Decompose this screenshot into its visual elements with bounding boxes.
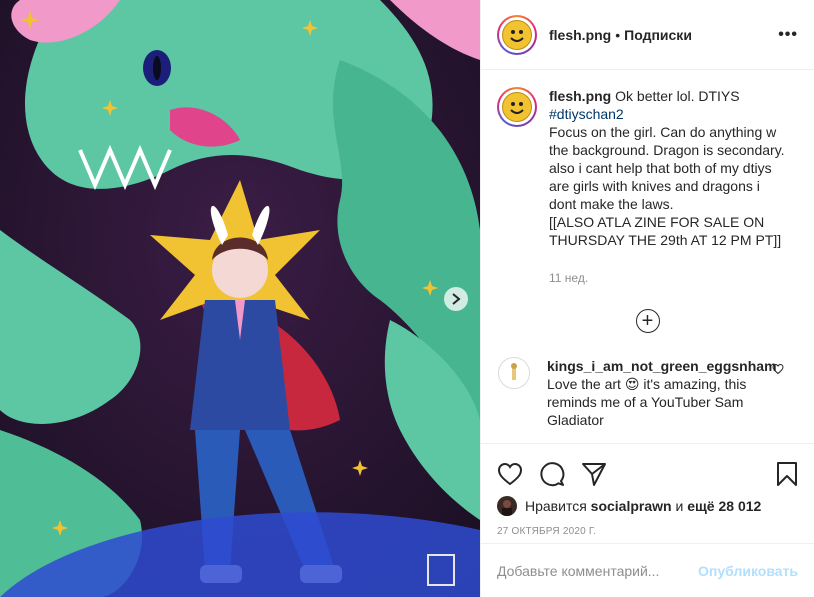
author-avatar[interactable] [497,14,537,55]
comment-item: kings_i_am_not_green_eggsnham Love the a… [497,357,798,429]
heart-icon[interactable] [497,462,523,486]
comment-icon[interactable] [539,461,565,487]
caption-line: [[ALSO ATLA ZINE FOR SALE ON THURSDAY TH… [549,214,782,248]
caption-line: Focus on the girl. Can do anything w the… [549,124,785,212]
post-actions: Нравится socialprawn и ещё 28 012 27 окт… [481,443,814,597]
caption-time[interactable]: 11 нед. [549,269,789,287]
post-header: flesh.png • Подписки ••• [481,0,814,70]
likes-prefix: Нравится [525,498,587,514]
comment-username[interactable]: kings_i_am_not_green_eggsnham [547,358,777,374]
like-comment-heart-icon[interactable] [772,362,784,378]
liker-username[interactable]: socialprawn [591,498,672,514]
comment-input[interactable] [497,562,699,579]
more-options-icon[interactable]: ••• [778,26,798,44]
author-username[interactable]: flesh.png [549,27,611,43]
figurine-icon [511,363,517,380]
comment-body: kings_i_am_not_green_eggsnham Love the a… [547,357,777,429]
post-details-panel: flesh.png • Подписки ••• flesh.png Ok be… [480,0,814,597]
separator-dot: • [615,26,621,43]
likes-count[interactable]: ещё 28 012 [687,498,761,514]
smiley-face-icon [502,19,532,50]
plus-circle-icon[interactable]: + [635,309,660,333]
load-more-comments[interactable]: + [497,309,798,333]
add-comment-bar: Опубликовать [481,543,814,597]
caption-hashtag[interactable]: #dtiyschan2 [549,106,624,122]
likes-summary: Нравится socialprawn и ещё 28 012 [481,492,814,516]
caption-text: Ok better lol. DTIYS [615,88,740,104]
share-icon[interactable] [581,461,607,487]
commenter-avatar[interactable] [498,357,530,389]
liker-avatar[interactable] [497,496,517,516]
bookmark-icon[interactable] [776,461,798,487]
action-icons-row [481,444,814,492]
artwork [0,0,480,597]
heart-eyes-emoji: 😍 [624,376,640,392]
post-date[interactable]: 27 октября 2020 г. [481,516,814,537]
caption-username[interactable]: flesh.png [549,88,611,104]
following-button[interactable]: Подписки [624,27,692,43]
comment-text: Love the art [547,376,621,392]
smiley-face-icon [502,92,532,122]
next-image-button[interactable] [444,287,468,311]
post-image[interactable] [0,0,480,597]
post-caption: flesh.png Ok better lol. DTIYS #dtiyscha… [497,87,798,287]
likes-and: и [675,498,684,514]
caption-author-avatar[interactable] [497,87,537,127]
publish-button[interactable]: Опубликовать [698,563,798,579]
comments-section[interactable]: flesh.png Ok better lol. DTIYS #dtiyscha… [481,71,814,443]
chevron-right-icon [452,293,461,305]
caption-body: flesh.png Ok better lol. DTIYS #dtiyscha… [549,87,789,287]
